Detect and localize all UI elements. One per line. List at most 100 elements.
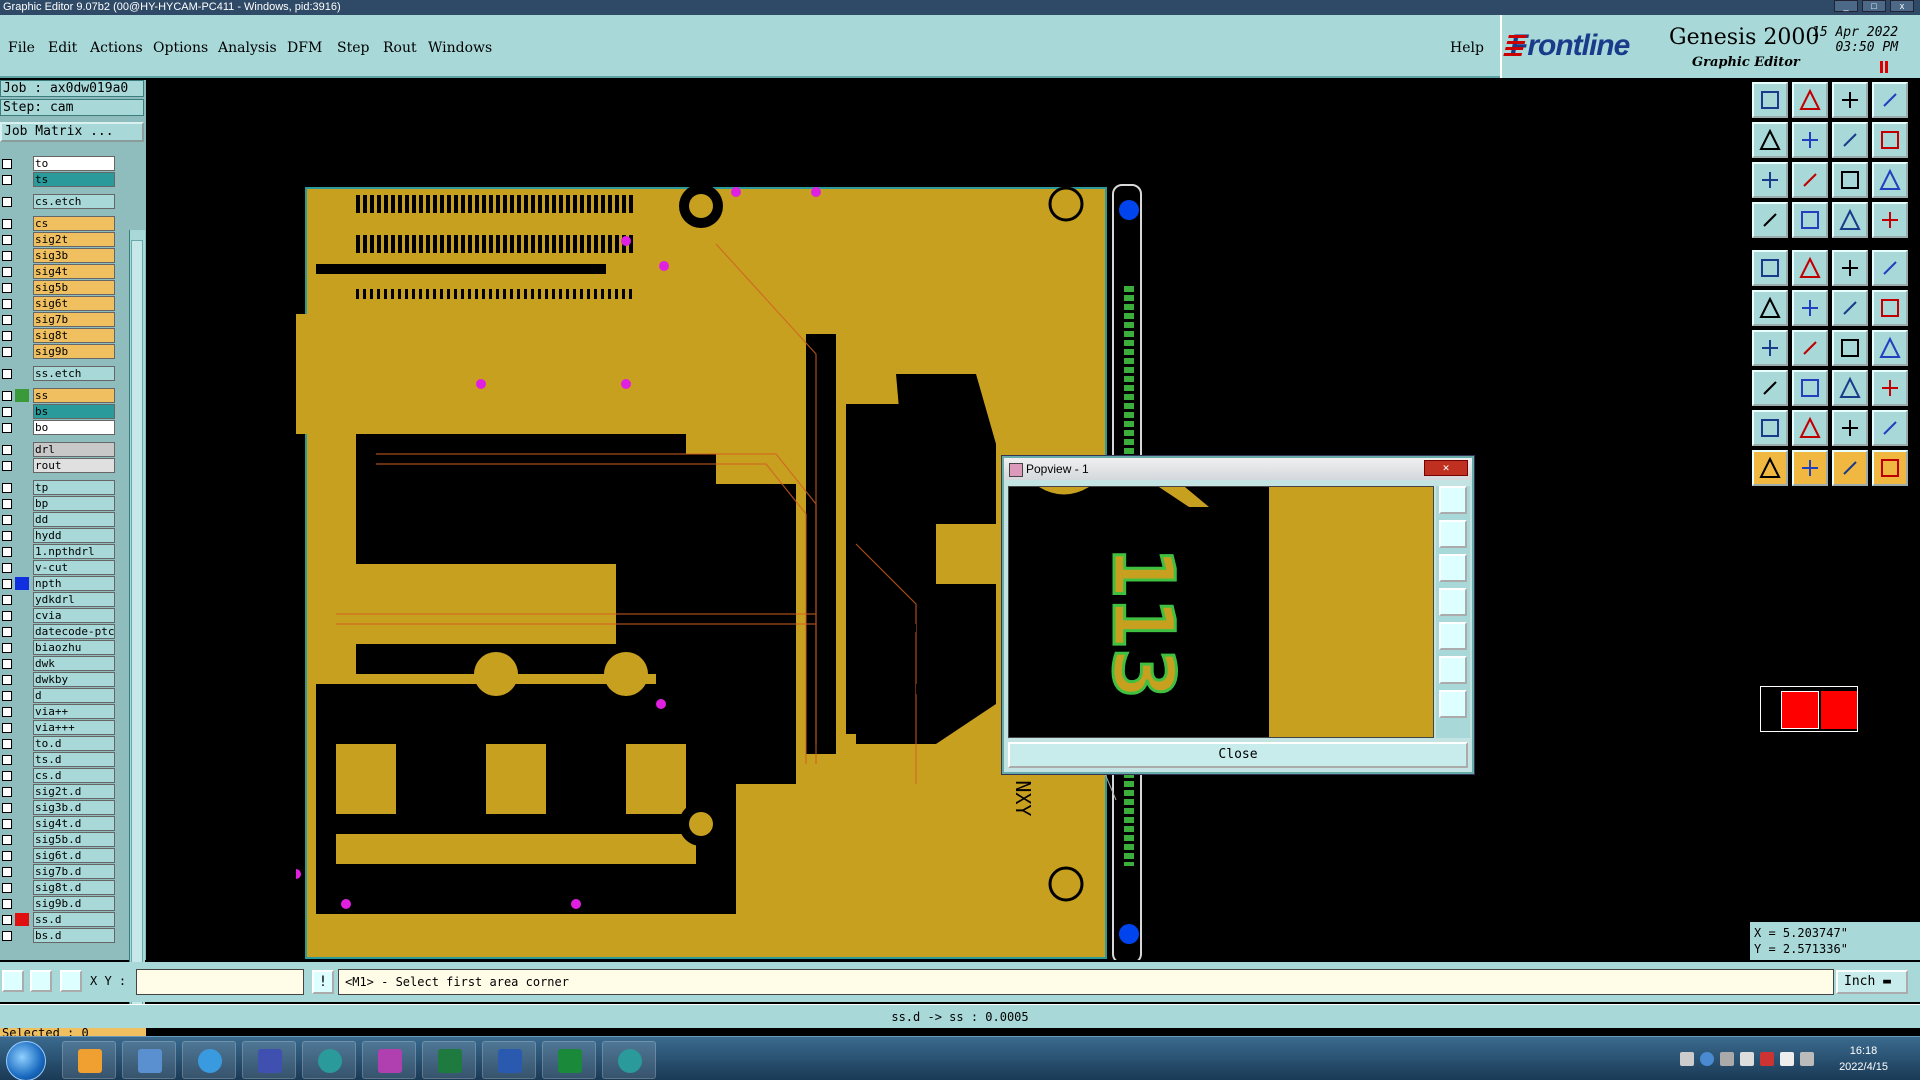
move-icon[interactable] bbox=[1872, 450, 1908, 486]
menu-help[interactable]: Help bbox=[1450, 40, 1484, 56]
taskbar-app-save[interactable] bbox=[242, 1041, 296, 1079]
start-button[interactable] bbox=[6, 1041, 46, 1080]
layer-row-via-[interactable]: via++ bbox=[0, 704, 118, 719]
layer-checkbox[interactable] bbox=[2, 407, 12, 417]
layer-name[interactable]: cs bbox=[33, 216, 115, 231]
pan-left-icon[interactable] bbox=[1439, 588, 1467, 616]
layer-checkbox[interactable] bbox=[2, 219, 12, 229]
mirror-icon[interactable] bbox=[1872, 202, 1908, 238]
job-matrix-button[interactable]: Job Matrix ... bbox=[0, 122, 144, 142]
layer-checkbox[interactable] bbox=[2, 483, 12, 493]
layer-down-icon[interactable] bbox=[1792, 82, 1828, 118]
cross-icon[interactable] bbox=[1792, 290, 1828, 326]
layer-name[interactable]: biaozhu bbox=[33, 640, 115, 655]
layer-name[interactable]: via++ bbox=[33, 704, 115, 719]
layer-checkbox[interactable] bbox=[2, 347, 12, 357]
measure-icon[interactable] bbox=[30, 970, 52, 992]
layer-name[interactable]: sig9b bbox=[33, 344, 115, 359]
layer-name[interactable]: sig2t bbox=[33, 232, 115, 247]
layer-checkbox[interactable] bbox=[2, 787, 12, 797]
layer-name[interactable]: cs.d bbox=[33, 768, 115, 783]
layer-name[interactable]: npth bbox=[33, 576, 115, 591]
layer-checkbox[interactable] bbox=[2, 595, 12, 605]
maximize-button[interactable]: □ bbox=[1862, 0, 1886, 12]
line-icon[interactable] bbox=[1792, 250, 1828, 286]
layer-row-ss-etch[interactable]: ss.etch bbox=[0, 366, 118, 381]
layer-row-to-d[interactable]: to.d bbox=[0, 736, 118, 751]
layer-name[interactable]: sig2t.d bbox=[33, 784, 115, 799]
zoom-out-icon[interactable] bbox=[1439, 690, 1467, 718]
layer-scrollbar[interactable] bbox=[129, 230, 145, 1020]
layer-row-biaozhu[interactable]: biaozhu bbox=[0, 640, 118, 655]
popview-close-icon[interactable]: ✕ bbox=[1424, 460, 1468, 476]
layer-row-sig9b-d[interactable]: sig9b.d bbox=[0, 896, 118, 911]
taskbar-app-shell[interactable] bbox=[62, 1041, 116, 1079]
layer-name[interactable]: bs.d bbox=[33, 928, 115, 943]
group-icon[interactable] bbox=[1872, 370, 1908, 406]
dot-icon[interactable] bbox=[1872, 250, 1908, 286]
layer-row-ss-d[interactable]: ss.d bbox=[0, 912, 118, 927]
tray-arrow-icon[interactable] bbox=[1720, 1052, 1734, 1066]
menu-rout[interactable]: Rout bbox=[383, 40, 417, 56]
layer-row-sig7b[interactable]: sig7b bbox=[0, 312, 118, 327]
taskbar-app-excel[interactable] bbox=[422, 1041, 476, 1079]
popview-zoom-view[interactable]: 113 bbox=[1008, 486, 1434, 738]
right-icon[interactable] bbox=[1792, 122, 1828, 158]
layer-checkbox[interactable] bbox=[2, 175, 12, 185]
layer-row-bs-d[interactable]: bs.d bbox=[0, 928, 118, 943]
grid-icon[interactable] bbox=[60, 970, 82, 992]
select-icon[interactable] bbox=[1792, 450, 1828, 486]
layer-checkbox[interactable] bbox=[2, 691, 12, 701]
layer-name[interactable]: sig7b.d bbox=[33, 864, 115, 879]
layer-row-drl[interactable]: drl bbox=[0, 442, 118, 457]
taskbar-app-browser[interactable] bbox=[182, 1041, 236, 1079]
layer-checkbox[interactable] bbox=[2, 819, 12, 829]
layer-row-bp[interactable]: bp bbox=[0, 496, 118, 511]
layer-name[interactable]: sig4t.d bbox=[33, 816, 115, 831]
menu-dfm[interactable]: DFM bbox=[287, 40, 322, 56]
flip-icon[interactable] bbox=[1832, 202, 1868, 238]
layer-checkbox[interactable] bbox=[2, 331, 12, 341]
layer-checkbox[interactable] bbox=[2, 235, 12, 245]
layer-name[interactable]: ts bbox=[33, 172, 115, 187]
taskbar-app-p[interactable] bbox=[542, 1041, 596, 1079]
layer-row-sig8t[interactable]: sig8t bbox=[0, 328, 118, 343]
layer-checkbox[interactable] bbox=[2, 755, 12, 765]
sync-icon[interactable] bbox=[1800, 1052, 1814, 1066]
layer-checkbox[interactable] bbox=[2, 197, 12, 207]
a-solid-icon[interactable] bbox=[1832, 410, 1868, 446]
layer-checkbox[interactable] bbox=[2, 251, 12, 261]
layer-name[interactable]: hydd bbox=[33, 528, 115, 543]
layer-checkbox[interactable] bbox=[2, 315, 12, 325]
curve-icon[interactable] bbox=[1832, 330, 1868, 366]
layer-checkbox[interactable] bbox=[2, 299, 12, 309]
layer-checkbox[interactable] bbox=[2, 283, 12, 293]
layer-row-tp[interactable]: tp bbox=[0, 480, 118, 495]
layer-row-to[interactable]: to bbox=[0, 156, 118, 171]
layer-name[interactable]: dwk bbox=[33, 656, 115, 671]
layer-name[interactable]: bo bbox=[33, 420, 115, 435]
layer-name[interactable]: d bbox=[33, 688, 115, 703]
layer-row-npth[interactable]: npth bbox=[0, 576, 118, 591]
pan-down-icon[interactable] bbox=[1439, 554, 1467, 582]
layer-checkbox[interactable] bbox=[2, 675, 12, 685]
snap-icon[interactable] bbox=[2, 970, 24, 992]
xy-input[interactable] bbox=[136, 969, 304, 995]
layer-checkbox[interactable] bbox=[2, 851, 12, 861]
pan-right-icon[interactable] bbox=[1439, 622, 1467, 650]
layer-checkbox[interactable] bbox=[2, 835, 12, 845]
layer-name[interactable]: sig8t.d bbox=[33, 880, 115, 895]
layer-row-sig2t[interactable]: sig2t bbox=[0, 232, 118, 247]
edit-icon[interactable] bbox=[1832, 450, 1868, 486]
layer-row-sig4t[interactable]: sig4t bbox=[0, 264, 118, 279]
layer-up-icon[interactable] bbox=[1752, 82, 1788, 118]
layer-row-dd[interactable]: dd bbox=[0, 512, 118, 527]
minimize-button[interactable]: _ bbox=[1834, 0, 1858, 12]
layer-name[interactable]: sig4t bbox=[33, 264, 115, 279]
taskbar-app-genesis[interactable] bbox=[302, 1041, 356, 1079]
layer-name[interactable]: sig5b bbox=[33, 280, 115, 295]
popview-close-button[interactable]: Close bbox=[1008, 742, 1468, 768]
panel-icon[interactable] bbox=[1872, 82, 1908, 118]
layer-checkbox[interactable] bbox=[2, 531, 12, 541]
swap-icon[interactable] bbox=[1832, 122, 1868, 158]
